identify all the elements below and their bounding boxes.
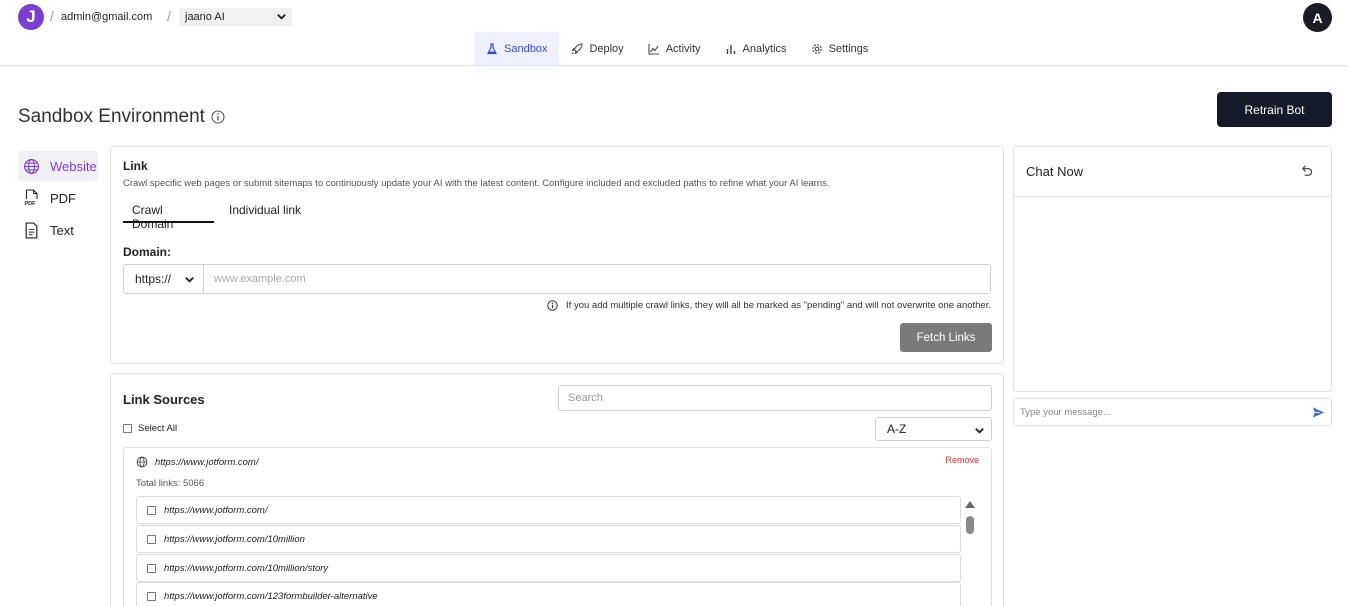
tab-label: Analytics — [742, 42, 787, 55]
tab-sandbox[interactable]: Sandbox — [474, 32, 560, 65]
source-url: https://www.jotform.com/ — [136, 456, 258, 468]
protocol-value: https:// — [135, 272, 172, 286]
refresh-icon[interactable] — [1300, 164, 1313, 177]
table-row[interactable]: https://www.jotform.com/10million/story — [136, 554, 961, 582]
globe-icon — [24, 158, 39, 174]
tab-label: Sandbox — [504, 42, 548, 55]
row-checkbox[interactable] — [147, 505, 156, 515]
source-group: https://www.jotform.com/ Remove Total li… — [123, 447, 992, 606]
retrain-bot-button[interactable]: Retrain Bot — [1217, 92, 1332, 127]
table-row[interactable]: https://www.jotform.com/ — [136, 496, 961, 524]
bot-selector[interactable]: jaano AI — [179, 8, 292, 26]
protocol-select[interactable]: https:// — [124, 265, 204, 293]
table-row[interactable]: https://www.jotform.com/10million — [136, 525, 961, 553]
tab-crawl-domain[interactable]: Crawl Domain — [123, 203, 214, 231]
globe-icon — [136, 456, 148, 468]
chat-message-input[interactable] — [1014, 399, 1305, 425]
main-nav: Sandbox Deploy Activity Analytics Settin… — [474, 32, 880, 65]
search-input[interactable] — [558, 385, 992, 411]
avatar-letter: A — [1312, 9, 1323, 26]
separator: / — [167, 8, 171, 24]
tab-label: Settings — [828, 42, 869, 55]
tab-settings[interactable]: Settings — [799, 32, 881, 65]
table-row[interactable]: https://www.jotform.com/123formbuilder-a… — [136, 582, 961, 606]
select-all[interactable]: Select All — [123, 423, 177, 434]
total-links: Total links: 5066 — [136, 478, 205, 489]
user-avatar[interactable]: A — [1303, 3, 1332, 32]
bot-selector-value: jaano AI — [185, 11, 225, 23]
chevron-down-icon — [277, 14, 286, 20]
page-title: Sandbox Environment — [18, 106, 225, 128]
rocket-icon — [571, 42, 583, 55]
domain-label: Domain: — [123, 245, 171, 259]
divider — [1014, 196, 1331, 197]
tab-label: Deploy — [589, 42, 624, 55]
chat-input-group — [1013, 398, 1332, 426]
chevron-down-icon — [975, 428, 984, 434]
source-label: PDF — [50, 190, 76, 206]
gear-icon — [811, 43, 822, 54]
logo-letter: J — [26, 7, 36, 26]
scroll-up-arrow-icon[interactable] — [964, 499, 976, 509]
sort-value: A-Z — [887, 422, 907, 436]
row-url: https://www.jotform.com/10million — [164, 533, 305, 545]
bar-chart-icon — [726, 44, 735, 54]
chat-title: Chat Now — [1026, 164, 1084, 179]
domain-input-group: https:// — [123, 264, 991, 294]
send-icon — [1312, 406, 1324, 418]
info-icon — [547, 300, 558, 311]
fetch-links-button[interactable]: Fetch Links — [900, 323, 992, 352]
select-all-label: Select All — [138, 423, 178, 434]
row-url: https://www.jotform.com/ — [164, 504, 268, 516]
row-url: https://www.jotform.com/123formbuilder-a… — [164, 590, 378, 602]
pdf-icon: PDF — [25, 189, 38, 207]
tab-analytics[interactable]: Analytics — [713, 32, 799, 65]
chat-panel: Chat Now — [1013, 146, 1332, 392]
link-card-title: Link — [123, 159, 148, 173]
separator: / — [50, 8, 54, 24]
document-icon — [25, 221, 38, 239]
tab-label: Activity — [665, 42, 701, 55]
tab-activity[interactable]: Activity — [636, 32, 713, 65]
top-bar: J / admin@gmail.com / jaano AI A Sandbox… — [0, 0, 1348, 66]
account-email: admin@gmail.com — [61, 11, 153, 23]
select-all-checkbox[interactable] — [123, 424, 132, 433]
sort-select[interactable]: A-Z — [875, 417, 992, 441]
tab-deploy[interactable]: Deploy — [559, 32, 635, 65]
crawl-note-text: If you add multiple crawl links, they wi… — [566, 300, 991, 311]
source-label: Website — [50, 158, 97, 174]
chevron-down-icon — [185, 277, 194, 283]
page-title-text: Sandbox Environment — [18, 106, 205, 127]
source-url-text: https://www.jotform.com/ — [155, 456, 259, 468]
crawl-note: If you add multiple crawl links, they wi… — [547, 300, 991, 311]
domain-input[interactable] — [204, 265, 990, 293]
info-icon[interactable] — [211, 110, 225, 124]
remove-source-link[interactable]: Remove — [945, 455, 979, 465]
flask-icon — [487, 42, 497, 54]
row-checkbox[interactable] — [147, 591, 156, 601]
link-card: Link Crawl specific web pages or submit … — [110, 146, 1004, 364]
link-card-description: Crawl specific web pages or submit sitem… — [123, 178, 830, 189]
tab-individual-link[interactable]: Individual link — [220, 203, 310, 223]
row-checkbox[interactable] — [147, 534, 156, 544]
source-pdf[interactable]: PDF PDF — [18, 183, 98, 213]
row-checkbox[interactable] — [147, 563, 156, 573]
row-url: https://www.jotform.com/10million/story — [164, 562, 329, 574]
scrollbar-thumb[interactable] — [966, 516, 974, 534]
send-button[interactable] — [1305, 399, 1331, 425]
link-sources-title: Link Sources — [123, 392, 205, 407]
link-sources-card: Link Sources Select All A-Z https://www.… — [110, 373, 1004, 606]
source-label: Text — [50, 222, 74, 238]
app-logo[interactable]: J — [18, 4, 44, 30]
source-website[interactable]: Website — [18, 151, 98, 181]
svg-text:PDF: PDF — [25, 201, 37, 207]
source-text[interactable]: Text — [18, 215, 98, 245]
activity-chart-icon — [648, 43, 659, 55]
